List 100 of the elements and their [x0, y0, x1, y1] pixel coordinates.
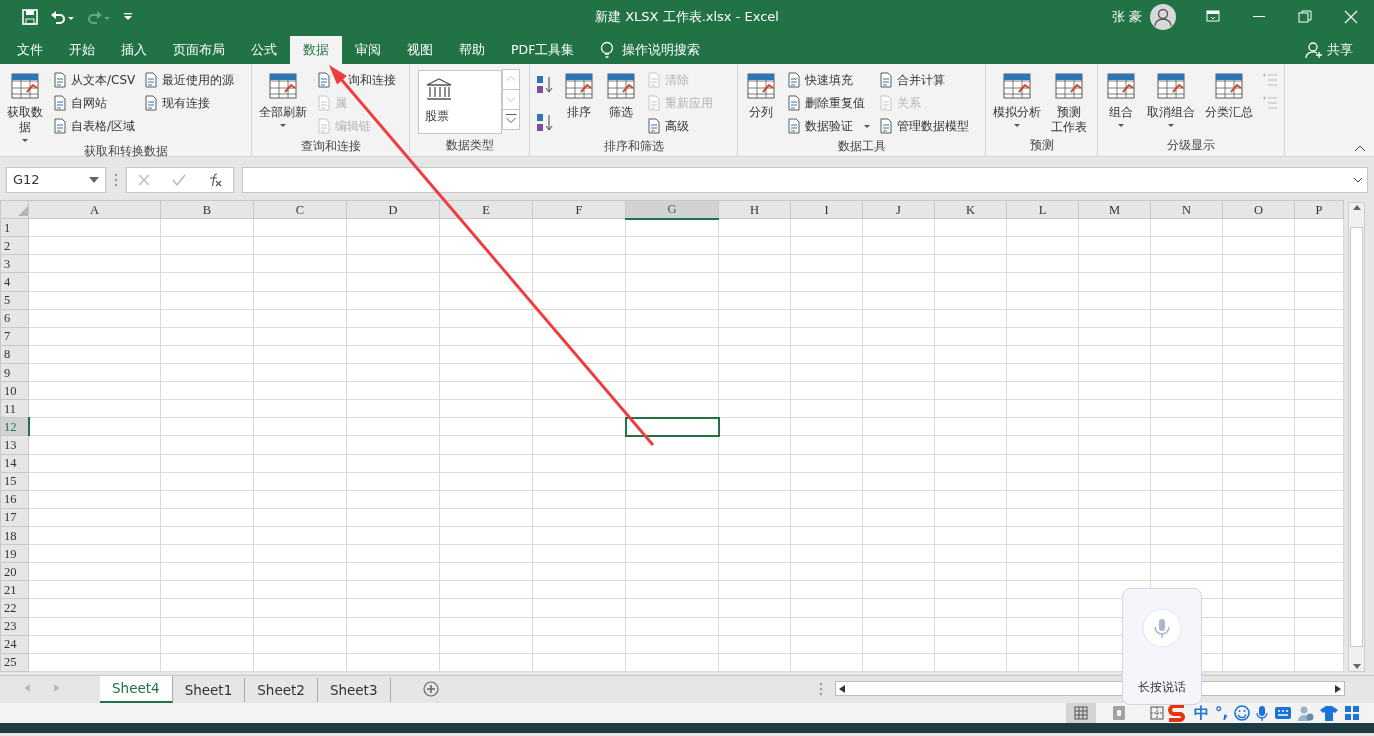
selected-cell[interactable] [625, 417, 719, 436]
ribbon-button[interactable]: 数据验证 [784, 115, 872, 137]
add-sheet-icon[interactable] [422, 681, 439, 697]
redo-button[interactable] [86, 8, 110, 25]
sheet-tab[interactable]: Sheet3 [317, 678, 391, 702]
ribbon-button[interactable]: 现有连接 [141, 92, 237, 114]
column-header[interactable]: C [253, 200, 347, 219]
spreadsheet-icon [605, 70, 637, 102]
ribbon-button[interactable]: 分类汇总 [1202, 66, 1256, 136]
microphone-icon[interactable] [1256, 705, 1269, 721]
ribbon-button[interactable]: 最近使用的源 [141, 69, 237, 91]
shirt-icon[interactable] [1320, 705, 1339, 721]
ribbon-button[interactable]: 排序 [560, 66, 598, 137]
tell-me-search[interactable]: 操作说明搜索 [587, 36, 714, 64]
spreadsheet-icon [1155, 70, 1187, 102]
column-header[interactable]: O [1222, 200, 1295, 219]
ribbon-button[interactable]: 自网站 [50, 92, 138, 114]
document-icon [878, 72, 894, 88]
column-header[interactable]: K [934, 200, 1007, 219]
ribbon-button[interactable]: 分列 [742, 66, 780, 137]
ribbon-tab[interactable]: 视图 [394, 36, 446, 64]
ribbon-button[interactable]: 高级 [644, 115, 715, 137]
redo-icon [86, 8, 110, 25]
ribbon-button[interactable]: 全部刷新 [256, 66, 310, 137]
user-icon[interactable] [1298, 705, 1315, 721]
ribbon-tab[interactable]: 公式 [238, 36, 290, 64]
column-header[interactable]: P [1294, 200, 1344, 219]
document-icon [316, 95, 332, 111]
ribbon-tab[interactable]: 审阅 [342, 36, 394, 64]
ribbon-button[interactable]: 快速填充 [784, 69, 872, 91]
window-icon [1205, 8, 1221, 25]
column-header[interactable]: M [1078, 200, 1151, 219]
smiley-icon[interactable] [1234, 705, 1251, 721]
ribbon-button[interactable]: 取消组合 [1144, 66, 1198, 136]
ribbon-button[interactable]: 从文本/CSV [50, 69, 138, 91]
input-mode[interactable]: 中 [1194, 701, 1209, 725]
sort-icon [536, 75, 554, 95]
ribbon-button[interactable]: 自表格/区域 [50, 115, 138, 137]
column-header[interactable]: I [790, 200, 863, 219]
undo-button[interactable] [50, 8, 74, 25]
ribbon-button[interactable]: 模拟分析 [990, 66, 1044, 136]
normal-view-icon [1074, 706, 1088, 720]
ribbon-button[interactable]: 获取数 据 [4, 66, 46, 142]
punctuation-mode[interactable]: °, [1215, 701, 1229, 725]
document-icon [316, 118, 332, 134]
data-type-gallery[interactable]: 股票 [418, 70, 502, 134]
ribbon-tab[interactable]: PDF工具集 [498, 36, 588, 64]
collapse-ribbon-icon[interactable] [1354, 144, 1366, 152]
keyboard-icon[interactable] [1274, 706, 1293, 720]
ribbon-tab[interactable]: 文件 [4, 36, 56, 64]
caret-icon [89, 177, 99, 183]
ribbon-button[interactable]: 组合 [1102, 66, 1140, 136]
column-header[interactable]: A [28, 200, 161, 219]
avatar-icon[interactable] [1150, 3, 1176, 30]
column-header[interactable]: N [1150, 200, 1223, 219]
more-button[interactable] [502, 109, 520, 130]
ribbon-button[interactable]: 管理数据模型 [876, 115, 971, 137]
bank-icon [425, 77, 453, 101]
sheet-tab[interactable]: Sheet4 [100, 676, 173, 703]
lightbulb-icon [600, 41, 615, 59]
column-header[interactable]: E [439, 200, 533, 219]
ribbon-button[interactable]: 删除重复值 [784, 92, 872, 114]
ribbon-tab[interactable]: 开始 [56, 36, 108, 64]
sogou-logo-icon[interactable] [1166, 703, 1188, 723]
function-icon[interactable] [208, 173, 222, 187]
group-label: 获取和转换数据 [83, 144, 168, 158]
customize-button[interactable] [122, 10, 134, 23]
ribbon-button[interactable]: 筛选 [602, 66, 640, 137]
document-icon [52, 118, 68, 134]
column-header[interactable]: J [862, 200, 935, 219]
column-header[interactable]: B [160, 200, 254, 219]
splitter-icon[interactable] [114, 173, 118, 187]
spreadsheet-icon [1001, 70, 1033, 102]
ribbon-button[interactable]: 合并计算 [876, 69, 971, 91]
sheet-tab[interactable]: Sheet2 [245, 678, 318, 702]
vertical-scrollbar[interactable] [1348, 202, 1365, 672]
group-label: 数据类型 [445, 138, 494, 152]
ribbon-button[interactable]: 询和连接 [314, 69, 398, 91]
column-header[interactable]: F [532, 200, 626, 219]
ribbon-button[interactable]: 预测 工作表 [1048, 66, 1090, 136]
document-icon [143, 95, 160, 111]
ribbon-tab[interactable]: 插入 [108, 36, 160, 64]
column-header[interactable]: L [1006, 200, 1079, 219]
spreadsheet-icon [1053, 70, 1085, 102]
ribbon-tab[interactable]: 页面布局 [160, 36, 238, 64]
formula-input[interactable] [242, 167, 1368, 193]
name-box[interactable]: G12 [6, 167, 106, 193]
column-header[interactable]: G [625, 200, 719, 219]
share-button[interactable]: 共享 [1292, 36, 1366, 64]
sheet-tab[interactable]: Sheet1 [172, 678, 246, 702]
toolbox-icon[interactable] [1344, 705, 1361, 721]
save-button[interactable] [22, 8, 38, 25]
ribbon-tab[interactable]: 帮助 [446, 36, 498, 64]
ribbon-tab[interactable]: 数据 [290, 36, 342, 64]
column-header[interactable]: D [346, 200, 440, 219]
splitter-icon[interactable] [819, 681, 823, 696]
document-icon [646, 118, 662, 134]
spreadsheet-icon [9, 70, 41, 102]
column-header[interactable]: H [718, 200, 791, 219]
normal-view-button[interactable] [1066, 703, 1096, 723]
